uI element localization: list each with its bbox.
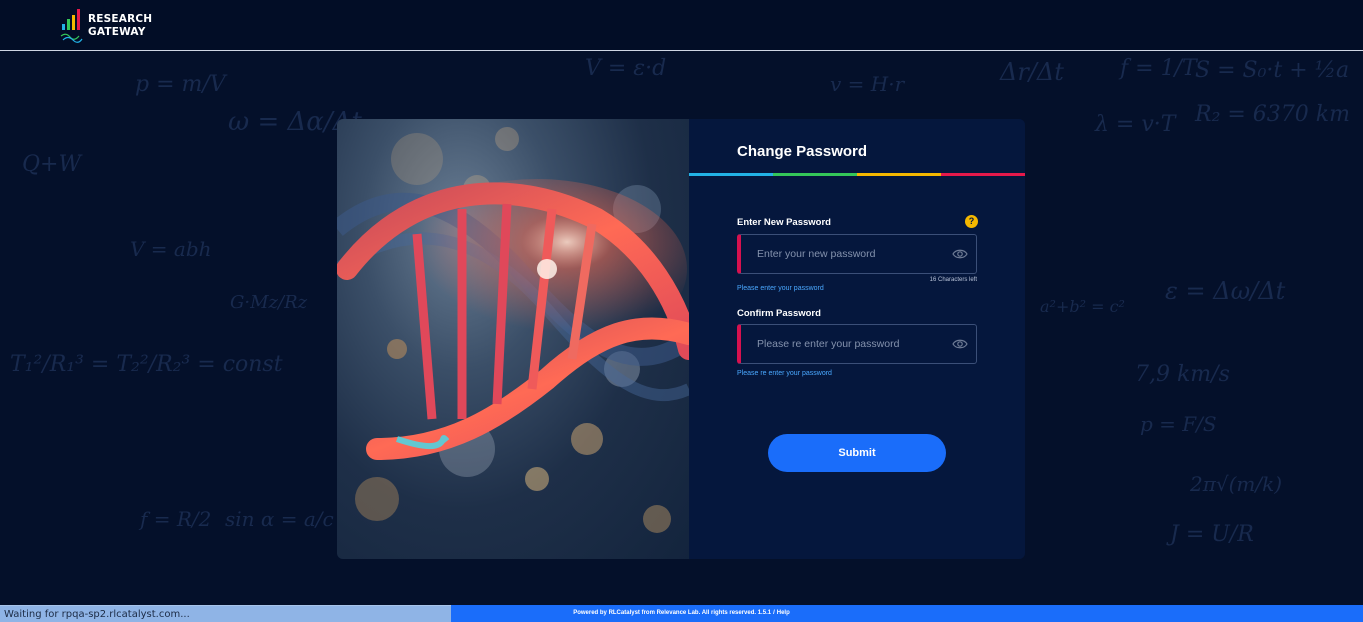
change-password-card: Change Password Enter New Password ? 16 … <box>337 119 1025 559</box>
logo-chart-icon <box>60 9 83 43</box>
logo-line-1: RESEARCH <box>88 13 153 25</box>
question-icon[interactable]: ? <box>965 215 978 228</box>
dna-illustration <box>337 127 689 533</box>
bg-formula: 2π√(m/k) <box>1190 472 1283 496</box>
rule-segment-red <box>941 173 1025 176</box>
bg-formula: v = H·r <box>830 72 905 96</box>
confirm-password-field-wrapper <box>737 324 977 364</box>
bg-formula: R₂ = 6370 km <box>1195 102 1350 127</box>
bg-formula: p = F/S <box>1140 412 1217 436</box>
title-color-rule <box>689 173 1025 176</box>
bg-formula: S = S₀·t + ½a <box>1195 58 1350 83</box>
confirm-password-label: Confirm Password <box>737 308 821 319</box>
bg-formula: λ = v·T <box>1095 112 1176 137</box>
rule-segment-green <box>773 173 857 176</box>
logo-wordmark: RESEARCH GATEWAY <box>88 13 152 39</box>
top-navbar: RESEARCH GATEWAY <box>0 0 1363 51</box>
bg-formula: Δr/Δt <box>1000 58 1064 86</box>
characters-left-counter: 16 Characters left <box>929 277 977 283</box>
browser-status-bar: Waiting for rpqa-sp2.rlcatalyst.com... <box>0 605 451 622</box>
confirm-password-input[interactable] <box>757 325 947 363</box>
footer-copyright: Powered by RLCatalyst from Relevance Lab… <box>573 610 772 616</box>
dna-hero-image <box>337 119 689 559</box>
new-password-hint: Please enter your password <box>737 285 824 292</box>
bg-formula: f = 1/T <box>1120 56 1197 81</box>
bg-formula: a²+b² = c² <box>1040 297 1125 316</box>
page-title: Change Password <box>737 143 868 160</box>
change-password-form: Change Password Enter New Password ? 16 … <box>689 119 1025 559</box>
footer-separator: / <box>773 610 775 616</box>
submit-button[interactable]: Submit <box>768 434 946 472</box>
rule-segment-blue <box>689 173 773 176</box>
new-password-label: Enter New Password <box>737 217 831 228</box>
bg-formula: ε = Δω/Δt <box>1165 277 1286 305</box>
logo-line-2: GATEWAY <box>88 26 146 38</box>
bg-formula: V = abh <box>130 237 212 261</box>
new-password-field-wrapper <box>737 234 977 274</box>
bg-formula: 7,9 km/s <box>1135 362 1230 387</box>
footer-help-link[interactable]: Help <box>777 610 790 616</box>
bg-formula: J = U/R <box>1170 522 1254 547</box>
bg-formula: f = R/2 <box>140 507 212 531</box>
research-gateway-logo[interactable]: RESEARCH GATEWAY <box>60 8 160 44</box>
bg-formula: p = m/V <box>135 72 226 97</box>
eye-icon[interactable] <box>952 248 968 260</box>
rule-segment-yellow <box>857 173 941 176</box>
bg-formula: sin α = a/c <box>225 507 334 531</box>
eye-icon[interactable] <box>952 338 968 350</box>
confirm-password-hint: Please re enter your password <box>737 370 832 377</box>
bg-formula: Q+W <box>22 152 82 177</box>
bg-formula: V = ε·d <box>585 56 667 81</box>
bg-formula: G·Mz/Rz <box>230 292 308 313</box>
bg-formula: T₁²/R₁³ = T₂²/R₂³ = const <box>10 352 283 377</box>
new-password-input[interactable] <box>757 235 947 273</box>
browser-status-text: Waiting for rpqa-sp2.rlcatalyst.com... <box>4 609 190 620</box>
